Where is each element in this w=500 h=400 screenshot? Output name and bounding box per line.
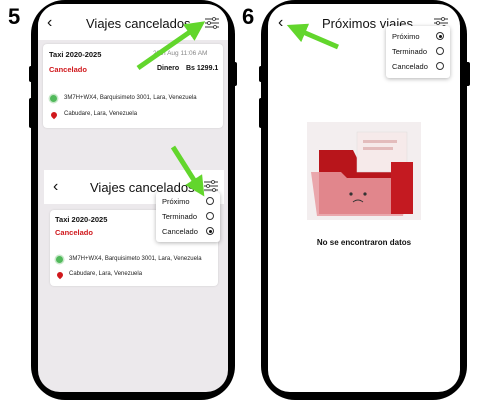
arrow-to-back-button xyxy=(286,23,339,50)
annotation-arrows xyxy=(136,21,339,197)
arrow-to-filter-dropdown xyxy=(170,145,205,197)
arrow-to-filter-icon xyxy=(136,21,206,71)
